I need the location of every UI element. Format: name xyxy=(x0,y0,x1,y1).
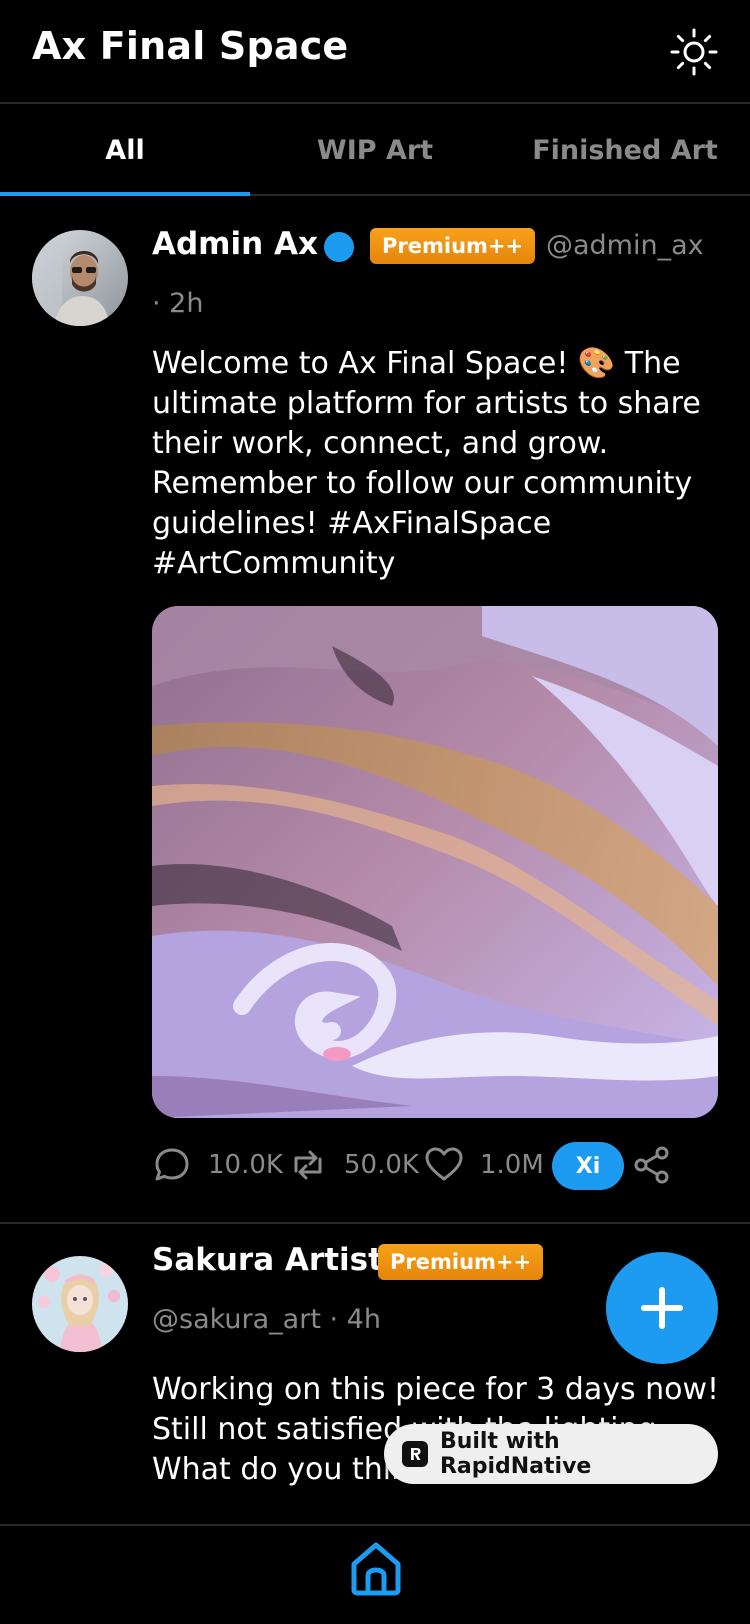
verified-icon xyxy=(324,232,354,262)
xi-button[interactable]: Xi xyxy=(552,1142,624,1190)
avatar[interactable] xyxy=(32,230,128,326)
post[interactable]: Admin Ax Premium++ @admin_ax · 2h Welcom… xyxy=(0,196,750,1224)
home-icon xyxy=(351,1542,401,1596)
post-actions: 10.0K 50.0K 1.0M Xi xyxy=(152,1140,712,1190)
post-handle-time[interactable]: @sakura_art · 4h xyxy=(152,1304,381,1335)
app-header: Ax Final Space xyxy=(0,0,750,104)
tab-wip-art[interactable]: WIP Art xyxy=(250,104,500,196)
like-button[interactable]: 1.0M xyxy=(424,1140,544,1190)
avatar[interactable] xyxy=(32,1256,128,1352)
marble-artwork xyxy=(152,606,718,1118)
avatar-photo xyxy=(32,230,128,326)
tab-finished-art[interactable]: Finished Art xyxy=(500,104,750,196)
share-icon xyxy=(634,1146,669,1184)
rapidnative-logo-icon xyxy=(402,1441,428,1467)
post-timestamp: · 2h xyxy=(152,288,204,319)
comment-button[interactable]: 10.0K xyxy=(152,1140,283,1190)
post-author-name[interactable]: Admin Ax xyxy=(152,226,318,262)
premium-badge: Premium++ xyxy=(378,1244,544,1280)
app-title: Ax Final Space xyxy=(32,24,349,68)
comment-count: 10.0K xyxy=(208,1150,283,1180)
nav-home[interactable] xyxy=(348,1540,404,1598)
tab-finished-art-label: Finished Art xyxy=(532,134,718,166)
comment-icon xyxy=(155,1148,189,1181)
repost-count: 50.0K xyxy=(344,1150,419,1180)
post-author-name[interactable]: Sakura Artist xyxy=(152,1242,383,1278)
sun-icon xyxy=(670,28,718,76)
share-button[interactable] xyxy=(632,1140,672,1190)
avatar-photo xyxy=(32,1256,128,1352)
repost-icon xyxy=(294,1150,322,1180)
feed-tabs: All WIP Art Finished Art xyxy=(0,104,750,196)
plus-icon xyxy=(641,1287,683,1329)
tab-wip-art-label: WIP Art xyxy=(316,134,434,166)
post-image[interactable] xyxy=(152,606,718,1118)
post-handle[interactable]: @admin_ax xyxy=(546,230,704,261)
heart-icon xyxy=(425,1147,463,1181)
like-count: 1.0M xyxy=(480,1150,544,1180)
built-with-badge[interactable]: Built with RapidNative xyxy=(384,1424,718,1484)
theme-toggle-button[interactable] xyxy=(668,26,720,78)
repost-button[interactable]: 50.0K xyxy=(288,1140,419,1190)
tab-all[interactable]: All xyxy=(0,104,250,196)
tab-all-label: All xyxy=(105,134,145,166)
post-body: Welcome to Ax Final Space! 🎨 The ultimat… xyxy=(152,346,701,581)
bottom-navigation xyxy=(0,1524,750,1624)
built-with-label: Built with RapidNative xyxy=(439,1429,592,1479)
premium-badge: Premium++ xyxy=(370,228,536,264)
compose-button[interactable] xyxy=(606,1252,718,1364)
